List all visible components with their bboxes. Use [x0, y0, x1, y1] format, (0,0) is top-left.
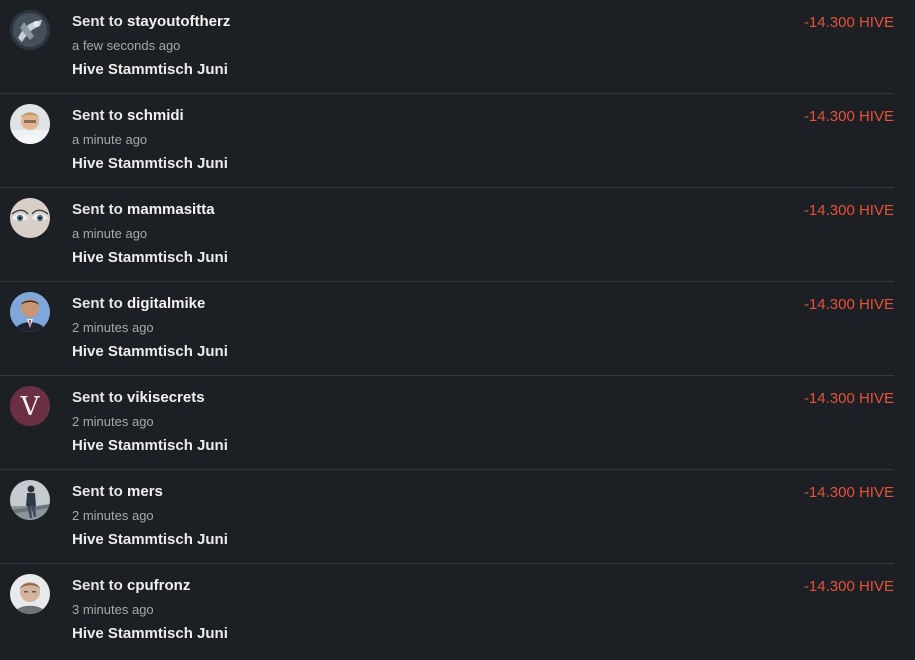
transfer-direction: Sent to: [72, 389, 123, 406]
transfer-history-list: Sent to stayoutoftherz a few seconds ago…: [0, 0, 915, 658]
transfer-direction: Sent to: [72, 483, 123, 500]
mammasitta-avatar-image: [10, 198, 50, 238]
schmidi-avatar-image: [10, 104, 50, 144]
transfer-memo: Hive Stammtisch Juni: [72, 61, 228, 78]
user-avatar[interactable]: [10, 10, 50, 50]
transfer-memo: Hive Stammtisch Juni: [72, 343, 228, 360]
recipient-link[interactable]: schmidi: [127, 107, 184, 124]
user-avatar[interactable]: [10, 198, 50, 238]
transfer-title: Sent to mers: [72, 483, 163, 500]
user-avatar[interactable]: [10, 292, 50, 332]
transfer-timestamp: 2 minutes ago: [72, 414, 154, 429]
transfer-memo: Hive Stammtisch Juni: [72, 531, 228, 548]
transfer-direction: Sent to: [72, 13, 123, 30]
transfer-amount: -14.300 HIVE: [803, 14, 894, 31]
transfer-memo: Hive Stammtisch Juni: [72, 625, 228, 642]
user-avatar[interactable]: [10, 574, 50, 614]
transfer-amount: -14.300 HIVE: [803, 484, 894, 501]
transfer-direction: Sent to: [72, 295, 123, 312]
transfer-timestamp: a minute ago: [72, 132, 148, 147]
user-avatar[interactable]: [10, 104, 50, 144]
vikisecrets-avatar-image: V: [10, 386, 50, 426]
transfer-row[interactable]: Sent to stayoutoftherz a few seconds ago…: [0, 0, 894, 94]
transfer-title: Sent to schmidi: [72, 107, 184, 124]
mers-avatar-image: [10, 480, 50, 520]
transfer-timestamp: a few seconds ago: [72, 38, 181, 53]
transfer-timestamp: a minute ago: [72, 226, 148, 241]
transfer-title: Sent to mammasitta: [72, 201, 215, 218]
recipient-link[interactable]: cpufronz: [127, 577, 190, 594]
transfer-direction: Sent to: [72, 201, 123, 218]
transfer-timestamp: 2 minutes ago: [72, 508, 154, 523]
recipient-link[interactable]: vikisecrets: [127, 389, 205, 406]
transfer-memo: Hive Stammtisch Juni: [72, 155, 228, 172]
user-avatar[interactable]: V: [10, 386, 50, 426]
recipient-link[interactable]: digitalmike: [127, 295, 205, 312]
transfer-amount: -14.300 HIVE: [803, 202, 894, 219]
transfer-amount: -14.300 HIVE: [803, 390, 894, 407]
cpufronz-avatar-image: [10, 574, 50, 614]
transfer-memo: Hive Stammtisch Juni: [72, 249, 228, 266]
digitalmike-avatar-image: [10, 292, 50, 332]
avatar-letter: V: [20, 392, 41, 422]
transfer-row[interactable]: Sent to digitalmike 2 minutes ago Hive S…: [0, 282, 894, 376]
transfer-title: Sent to vikisecrets: [72, 389, 205, 406]
recipient-link[interactable]: mammasitta: [127, 201, 215, 218]
transfer-title: Sent to cpufronz: [72, 577, 190, 594]
transfer-direction: Sent to: [72, 577, 123, 594]
user-avatar[interactable]: [10, 480, 50, 520]
transfer-amount: -14.300 HIVE: [803, 108, 894, 125]
transfer-timestamp: 3 minutes ago: [72, 602, 154, 617]
transfer-amount: -14.300 HIVE: [803, 578, 894, 595]
transfer-row[interactable]: Sent to cpufronz 3 minutes ago Hive Stam…: [0, 564, 894, 658]
transfer-title: Sent to stayoutoftherz: [72, 13, 230, 30]
recipient-link[interactable]: mers: [127, 483, 163, 500]
transfer-row[interactable]: Sent to mammasitta a minute ago Hive Sta…: [0, 188, 894, 282]
recipient-link[interactable]: stayoutoftherz: [127, 13, 230, 30]
transfer-row[interactable]: Sent to mers 2 minutes ago Hive Stammtis…: [0, 470, 894, 564]
transfer-title: Sent to digitalmike: [72, 295, 205, 312]
transfer-row[interactable]: V Sent to vikisecrets 2 minutes ago Hive…: [0, 376, 894, 470]
transfer-timestamp: 2 minutes ago: [72, 320, 154, 335]
transfer-memo: Hive Stammtisch Juni: [72, 437, 228, 454]
stayoutoftherz-avatar-image: [10, 10, 50, 50]
transfer-row[interactable]: Sent to schmidi a minute ago Hive Stammt…: [0, 94, 894, 188]
transfer-amount: -14.300 HIVE: [803, 296, 894, 313]
transfer-direction: Sent to: [72, 107, 123, 124]
